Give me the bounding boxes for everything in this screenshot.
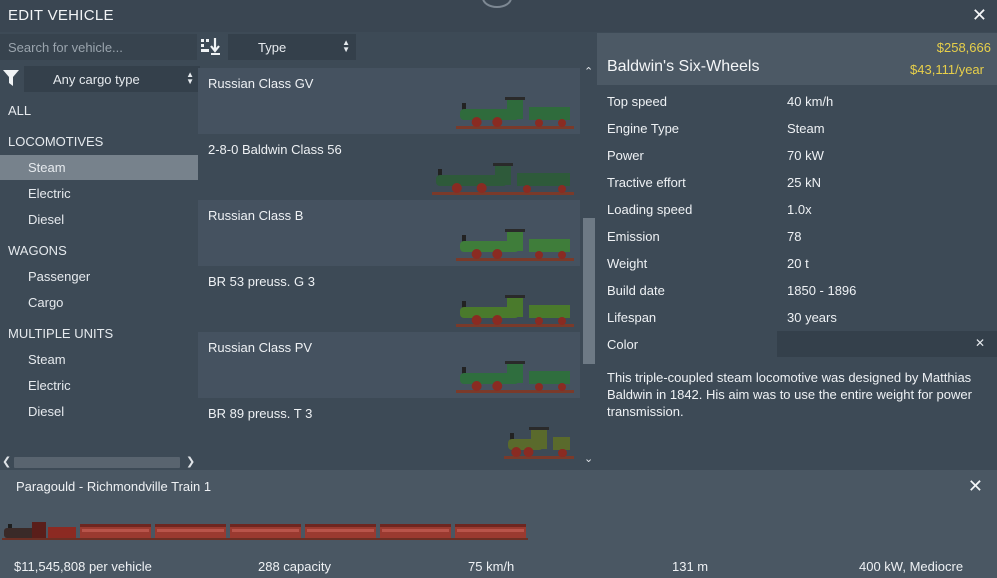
vehicle-row-name: 2-8-0 Baldwin Class 56 [208, 142, 342, 157]
property-value: 70 kW [787, 148, 824, 163]
close-window-icon[interactable]: ✕ [972, 5, 987, 26]
search-input[interactable] [0, 34, 197, 60]
property-label: Engine Type [607, 121, 680, 136]
subcategory-locomotives-steam[interactable]: Steam [0, 155, 198, 180]
property-label: Tractive effort [607, 175, 686, 190]
subcategory-wagons-cargo[interactable]: Cargo [0, 290, 198, 315]
select-arrows-icon: ▲ ▼ [342, 38, 350, 54]
scroll-right-icon[interactable]: ❯ [186, 455, 195, 468]
vehicle-description: This triple-coupled steam locomotive was… [607, 370, 972, 419]
vehicle-name: Baldwin's Six-Wheels [607, 58, 760, 75]
property-label: Weight [607, 256, 648, 271]
subcategory-mu-diesel[interactable]: Diesel [0, 399, 198, 424]
sort-type-select[interactable]: Type ▲ ▼ [228, 34, 356, 60]
scroll-up-icon[interactable]: ⌃ [584, 65, 593, 78]
property-label: Loading speed [607, 202, 693, 217]
vehicle-list: Russian Class GV 2-8-0 Baldwin Class 56 Ru… [198, 68, 580, 468]
select-arrows-icon: ▲ ▼ [186, 70, 194, 86]
locomotive-thumbnail [456, 295, 574, 327]
stat-cost: $11,545,808 per vehicle [14, 559, 152, 574]
stat-speed: 75 km/h [468, 559, 515, 574]
property-label: Power [607, 148, 644, 163]
stat-capacity: 288 capacity [258, 559, 331, 574]
vehicle-row[interactable]: 2-8-0 Baldwin Class 56 [198, 134, 580, 200]
locomotive-thumbnail [432, 163, 574, 195]
category-locomotives[interactable]: LOCOMOTIVES [8, 134, 103, 149]
property-value: 20 t [787, 256, 809, 271]
vehicle-running-cost: $43,111/year [910, 62, 984, 77]
vehicle-row-name: BR 89 preuss. T 3 [208, 406, 313, 421]
scroll-left-icon[interactable]: ❮ [2, 455, 11, 468]
locomotive-thumbnail [504, 427, 574, 459]
category-multiple-units[interactable]: MULTIPLE UNITS [8, 326, 113, 341]
vehicle-row-name: Russian Class GV [208, 76, 314, 91]
subcategory-mu-electric[interactable]: Electric [0, 373, 198, 398]
category-wagons[interactable]: WAGONS [8, 243, 67, 258]
cargo-type-label: Any cargo type [53, 72, 140, 87]
property-value: 40 km/h [787, 94, 834, 109]
subcategory-wagons-passenger[interactable]: Passenger [0, 264, 198, 289]
subcategory-locomotives-diesel[interactable]: Diesel [0, 207, 198, 232]
property-label: Build date [607, 283, 665, 298]
stat-power: 400 kW, Mediocre [859, 559, 964, 574]
vehicle-row[interactable]: Russian Class PV [198, 332, 580, 398]
scrollbar-track[interactable] [14, 457, 180, 468]
train-consist-preview[interactable] [2, 516, 532, 542]
locomotive-thumbnail [456, 361, 574, 393]
vehicle-row[interactable]: BR 53 preuss. G 3 [198, 266, 580, 332]
sort-type-label: Type [258, 40, 287, 55]
category-all[interactable]: ALL [8, 103, 31, 118]
vehicle-row-name: BR 53 preuss. G 3 [208, 274, 315, 289]
vehicle-row[interactable]: BR 89 preuss. T 3 [198, 398, 580, 464]
vehicle-row-name: Russian Class PV [208, 340, 313, 355]
vehicle-list-scrollbar[interactable]: ⌃ ⌄ [582, 66, 596, 470]
locomotive-thumbnail [456, 97, 574, 129]
scroll-down-icon[interactable]: ⌄ [584, 452, 593, 465]
vehicle-price: $258,666 [936, 40, 991, 55]
property-value: Steam [787, 121, 825, 136]
filter-icon [3, 70, 19, 86]
scrollbar-thumb[interactable] [583, 218, 595, 364]
color-picker[interactable] [777, 331, 997, 357]
locomotive-thumbnail [456, 229, 574, 261]
property-value: 1850 - 1896 [787, 283, 857, 298]
stat-length: 131 m [672, 559, 709, 574]
property-label: Lifespan [607, 310, 657, 325]
property-value: 78 [787, 229, 802, 244]
train-name: Paragould - Richmondville Train 1 [16, 479, 212, 494]
property-value: 25 kN [787, 175, 821, 190]
window-title: EDIT VEHICLE [8, 7, 114, 24]
property-value: 1.0x [787, 202, 812, 217]
subcategory-mu-steam[interactable]: Steam [0, 347, 198, 372]
vehicle-row-name: Russian Class B [208, 208, 304, 223]
sort-icon[interactable] [200, 36, 222, 58]
color-label: Color [607, 337, 639, 352]
clear-color-icon[interactable]: ✕ [975, 336, 985, 350]
vehicle-row[interactable]: Russian Class B [198, 200, 580, 266]
category-horizontal-scrollbar[interactable]: ❮ ❯ [0, 455, 198, 470]
vehicle-row[interactable]: Russian Class GV [198, 68, 580, 134]
property-value: 30 years [787, 310, 837, 325]
close-consist-icon[interactable]: ✕ [968, 476, 983, 497]
cargo-type-select[interactable]: Any cargo type ▲ ▼ [24, 66, 200, 92]
property-label: Emission [607, 229, 660, 244]
subcategory-locomotives-electric[interactable]: Electric [0, 181, 198, 206]
property-label: Top speed [607, 94, 667, 109]
